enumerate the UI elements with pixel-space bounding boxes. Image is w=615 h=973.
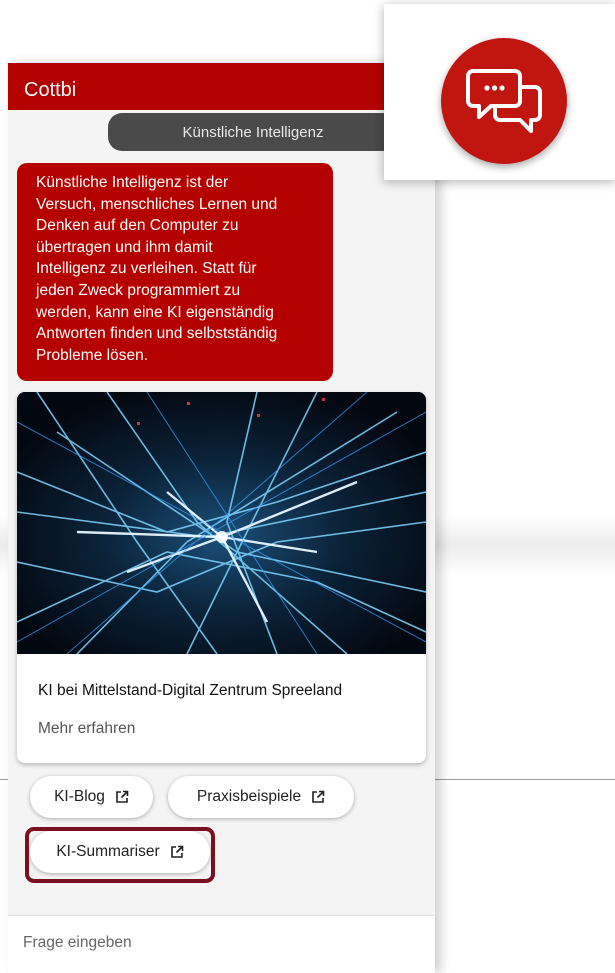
network-image <box>17 392 426 654</box>
bot-message: Künstliche Intelligenz ist der Versuch, … <box>17 163 333 381</box>
chat-header: Cottbi <box>8 63 435 110</box>
topic-pill[interactable]: Künstliche Intelligenz <box>108 113 398 151</box>
chat-launcher-button[interactable] <box>441 38 567 164</box>
highlight-frame <box>25 827 215 883</box>
bot-message-line: Intelligenz zu verleihen. Statt für <box>36 260 257 278</box>
external-link-icon <box>116 790 129 803</box>
question-input[interactable] <box>23 934 413 952</box>
chat-bubbles-icon <box>466 69 542 133</box>
chat-input-area <box>8 915 435 973</box>
chat-title: Cottbi <box>24 79 77 101</box>
bot-message-line: übertragen und ihm damit <box>36 238 213 256</box>
info-card[interactable]: KI bei Mittelstand-Digital Zentrum Spree… <box>17 392 426 763</box>
bot-message-line: Künstliche Intelligenz ist der <box>36 174 229 191</box>
bot-message-line: Probleme lösen. <box>36 346 149 364</box>
chip-label: KI-Blog <box>54 788 105 805</box>
bot-message-line: Denken auf den Computer zu <box>36 217 239 235</box>
chip-label: Praxisbeispiele <box>196 788 302 805</box>
bot-message-line: werden, kann eine KI eigenständig <box>36 303 274 321</box>
chat-widget: Cottbi Künstliche Intelligenz Künstliche… <box>8 63 435 973</box>
praxisbeispiele-chip[interactable]: Praxisbeispiele <box>168 776 354 818</box>
card-link[interactable]: Mehr erfahren <box>38 720 135 738</box>
external-link-icon <box>312 790 325 803</box>
ki-blog-chip[interactable]: KI-Blog <box>30 776 153 818</box>
launcher-popup <box>384 4 615 180</box>
bot-message-line: Antworten finden und selbstständig <box>36 325 278 343</box>
bot-message-line: jeden Zweck programmiert zu <box>36 281 241 299</box>
topic-pill-label: Künstliche Intelligenz <box>182 123 324 141</box>
card-title: KI bei Mittelstand-Digital Zentrum Spree… <box>38 682 343 699</box>
bot-message-line: Versuch, menschliches Lernen und <box>36 195 278 213</box>
